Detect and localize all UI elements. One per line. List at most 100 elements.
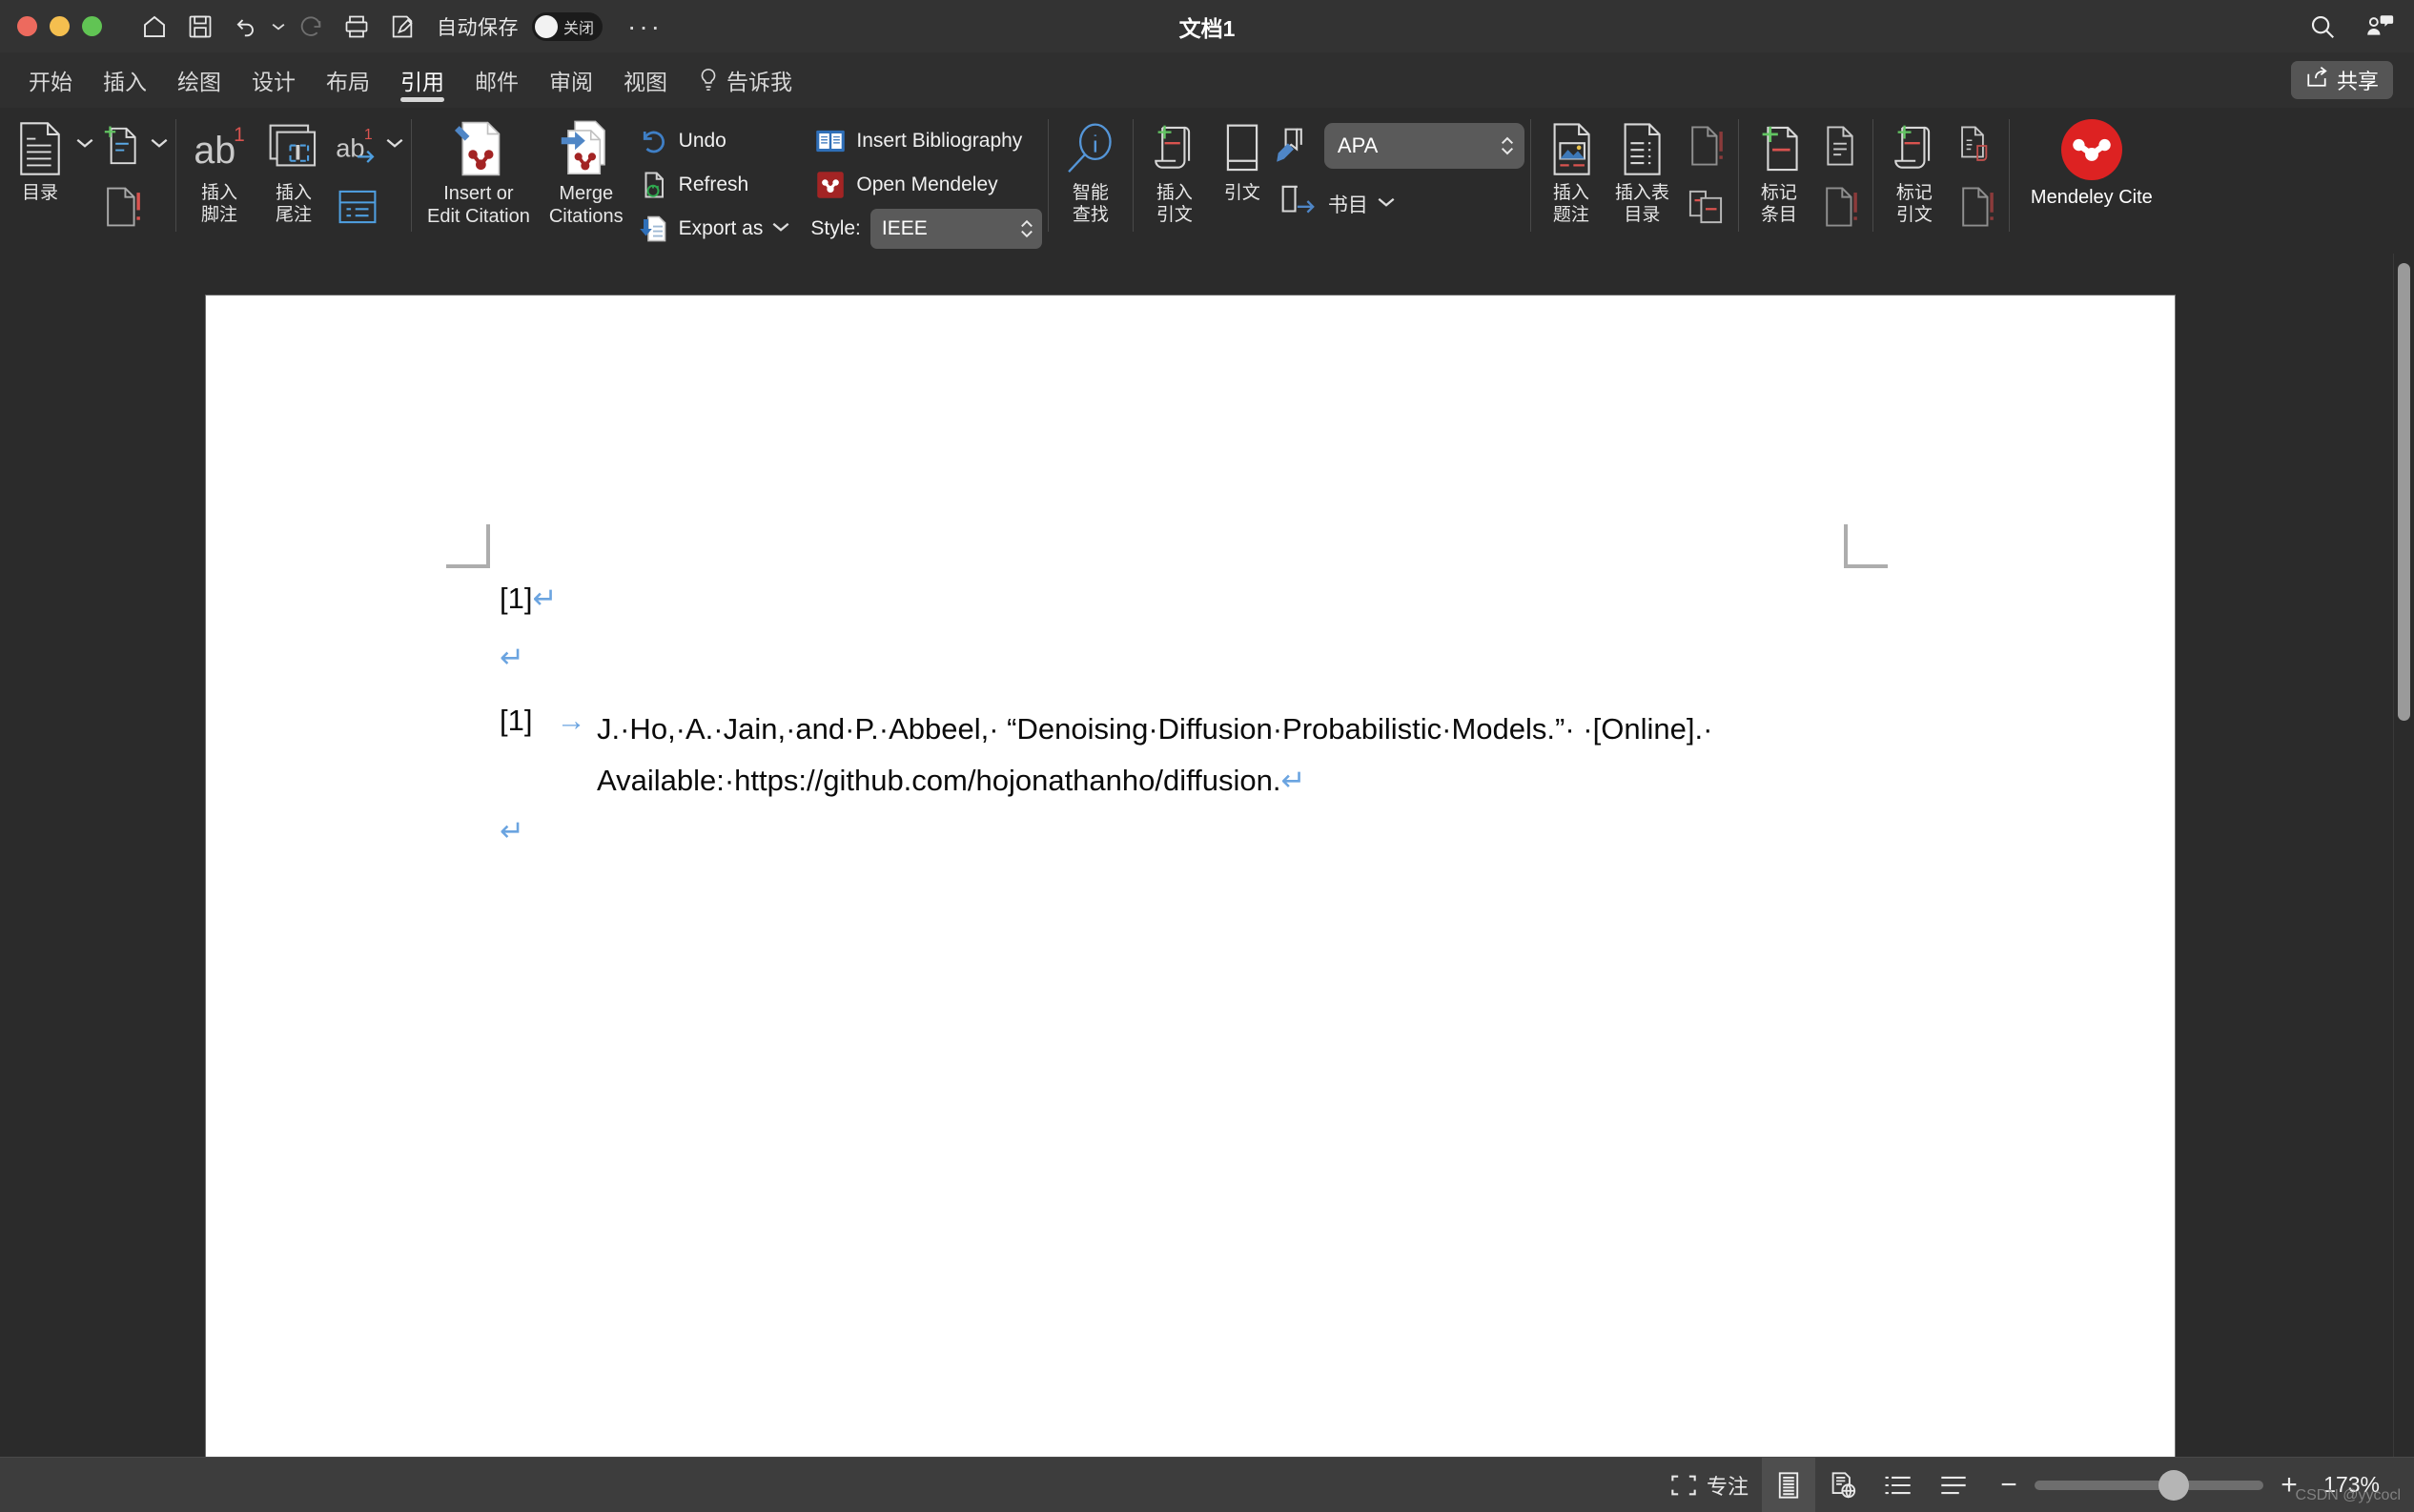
mark-citation-button[interactable]: 标记 引文 (1879, 108, 1950, 226)
insert-citation-button[interactable]: 插入 引文 (1139, 108, 1210, 226)
mendeley-cite-button[interactable]: Mendeley Cite (2010, 108, 2174, 209)
apa-style-select[interactable]: APA (1323, 123, 1524, 169)
document-text[interactable]: [1]↵ ↵ [1] → J.·Ho,·A.·Jain,·and·P.·Abbe… (500, 582, 1930, 848)
bibliography-caret-icon[interactable] (1378, 195, 1395, 213)
maximize-window-button[interactable] (82, 16, 102, 36)
tab-draw[interactable]: 绘图 (162, 52, 236, 108)
bibliography-button[interactable]: 书目 (1275, 182, 1524, 225)
document-canvas[interactable]: [1]↵ ↵ [1] → J.·Ho,·A.·Jain,·and·P.·Abbe… (0, 254, 2414, 1457)
stepper-icon[interactable] (1019, 216, 1034, 241)
citation-button[interactable]: 引文 (1210, 108, 1275, 204)
toc-mini-caret-icon[interactable] (149, 108, 170, 167)
citation-style-value: IEEE (881, 217, 928, 239)
bibliography-entry-number: [1] (500, 704, 533, 737)
scrollbar-thumb[interactable] (2398, 263, 2410, 721)
edit-doc-icon[interactable] (381, 8, 423, 46)
citation-style-select[interactable]: IEEE (869, 209, 1042, 249)
draft-view-button[interactable] (1926, 1458, 1981, 1512)
home-icon[interactable] (133, 8, 175, 46)
mendeley-export-icon (637, 213, 669, 245)
margin-mark-top-right (1844, 524, 1888, 568)
tab-design[interactable]: 设计 (236, 52, 311, 108)
paragraph-mark-icon: ↵ (1280, 764, 1306, 797)
insert-table-of-authorities-icon[interactable] (1950, 119, 2003, 173)
close-window-button[interactable] (17, 16, 37, 36)
document-page[interactable]: [1]↵ ↵ [1] → J.·Ho,·A.·Jain,·and·P.·Abbe… (206, 296, 2175, 1457)
print-layout-view-button[interactable] (1762, 1457, 1815, 1512)
show-notes-icon[interactable] (331, 180, 384, 234)
mendeley-insert-citation-icon (451, 119, 506, 178)
export-as-caret-icon[interactable] (772, 220, 789, 237)
web-layout-view-button[interactable] (1815, 1458, 1871, 1512)
citation-marker-line: [1]↵ (500, 582, 1930, 616)
chevron-down-icon[interactable] (271, 8, 286, 46)
toc-dropdown-caret-icon[interactable] (74, 108, 95, 167)
next-footnote-ab-icon[interactable]: ab 1 (331, 119, 384, 173)
mendeley-action-list: Undo Refresh Export as (633, 108, 794, 249)
tab-layout[interactable]: 布局 (311, 52, 385, 108)
insert-bibliography-button[interactable]: Insert Bibliography (810, 121, 1042, 161)
insert-index-icon[interactable] (1813, 119, 1867, 173)
insert-caption-button[interactable]: 插入 题注 (1537, 108, 1606, 226)
tab-review[interactable]: 审阅 (534, 52, 608, 108)
zoom-slider[interactable] (2035, 1469, 2263, 1501)
quick-access-toolbar: 自动保存 关闭 ··· (133, 8, 663, 46)
autosave-toggle[interactable]: 关闭 (532, 11, 603, 41)
margin-mark-top-left (446, 524, 490, 568)
focus-mode-button[interactable]: 专注 (1657, 1458, 1762, 1512)
svg-text:ab: ab (194, 130, 235, 172)
mark-entry-label: 标记 条目 (1760, 183, 1797, 225)
mendeley-undo-button[interactable]: Undo (633, 121, 794, 161)
update-table-of-authorities-icon[interactable] (1950, 180, 2003, 234)
comment-person-icon[interactable] (2361, 8, 2399, 46)
bibliography-label: 书目 (1327, 194, 1368, 216)
tab-view[interactable]: 视图 (608, 52, 683, 108)
zoom-level-value[interactable]: 173% (2315, 1472, 2397, 1498)
print-icon[interactable] (336, 8, 378, 46)
insert-or-edit-citation-button[interactable]: Insert or Edit Citation (418, 108, 540, 228)
cross-reference-icon[interactable] (1679, 180, 1732, 234)
autosave-knob (535, 14, 558, 38)
toc-button[interactable]: 目录 (6, 108, 74, 204)
footnote-caret-icon[interactable] (384, 108, 405, 167)
merge-citations-button[interactable]: Merge Citations (540, 108, 633, 228)
zoom-out-button[interactable]: − (1998, 1469, 2019, 1502)
search-icon[interactable] (2303, 8, 2342, 46)
update-table-icon[interactable] (1679, 119, 1732, 173)
ribbon-group-smart-lookup: 智能 查找 (1049, 108, 1133, 254)
save-icon[interactable] (179, 8, 221, 46)
mark-entry-button[interactable]: 标记 条目 (1745, 108, 1813, 226)
update-index-icon[interactable] (1813, 180, 1867, 234)
open-mendeley-button[interactable]: Open Mendeley (810, 165, 1042, 205)
minimize-window-button[interactable] (50, 16, 70, 36)
mendeley-export-as-button[interactable]: Export as (633, 209, 794, 249)
outline-view-button[interactable] (1871, 1458, 1926, 1512)
insert-endnote-button[interactable]: i 插入 尾注 (256, 108, 331, 226)
zoom-in-button[interactable]: + (2279, 1469, 2300, 1502)
more-commands-icon[interactable]: ··· (627, 12, 663, 39)
zoom-slider-knob[interactable] (2158, 1469, 2189, 1501)
update-toc-icon[interactable] (95, 180, 149, 234)
insert-footnote-label: 插入 脚注 (200, 183, 237, 225)
redo-icon[interactable] (290, 8, 332, 46)
tab-references[interactable]: 引用 (385, 52, 460, 108)
tab-home[interactable]: 开始 (13, 52, 88, 108)
insert-footnote-button[interactable]: ab 1 插入 脚注 (182, 108, 256, 226)
apa-stepper-icon[interactable] (1500, 133, 1515, 159)
svg-text:ab: ab (336, 133, 364, 162)
mendeley-refresh-button[interactable]: Refresh (633, 165, 794, 205)
bibliography-entry: [1] → J.·Ho,·A.·Jain,·and·P.·Abbeel,· “D… (500, 704, 1930, 807)
undo-icon[interactable] (225, 8, 267, 46)
add-text-doc-icon[interactable] (95, 119, 149, 173)
tab-insert[interactable]: 插入 (88, 52, 162, 108)
focus-mode-label: 专注 (1706, 1474, 1749, 1499)
tab-mailings[interactable]: 邮件 (460, 52, 534, 108)
insert-table-of-figures-button[interactable]: 插入表 目录 (1606, 108, 1679, 226)
share-button[interactable]: 共享 (2290, 61, 2393, 99)
open-mendeley-label: Open Mendeley (856, 174, 998, 195)
vertical-scrollbar[interactable] (2393, 254, 2414, 1457)
ribbon-group-footnotes: ab 1 插入 脚注 i 插入 尾注 ab 1 (176, 108, 411, 254)
tab-tell-me[interactable]: 告诉我 (683, 52, 808, 108)
insert-caption-icon (1546, 119, 1596, 178)
smart-lookup-button[interactable]: 智能 查找 (1054, 108, 1127, 226)
